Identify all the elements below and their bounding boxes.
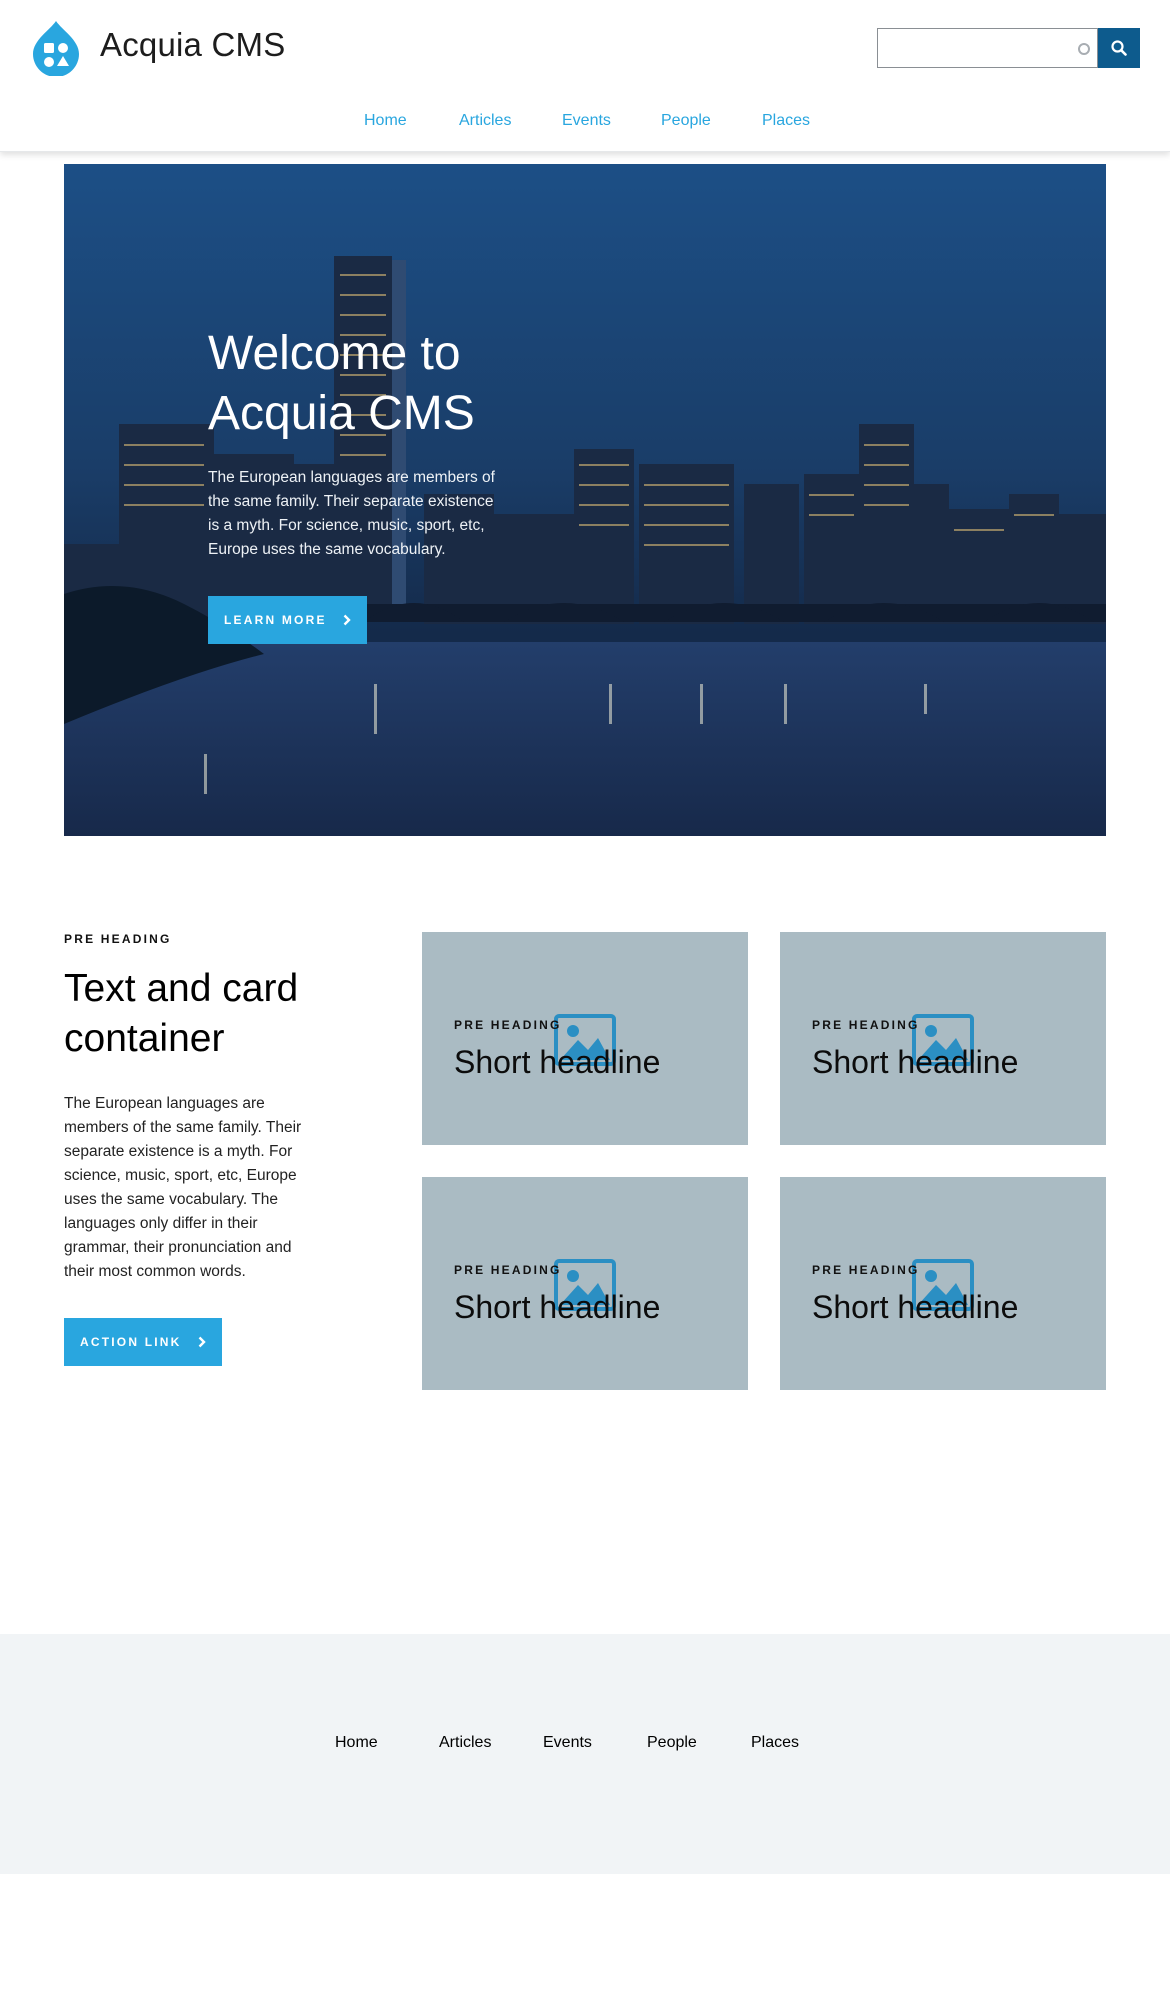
nav-item-articles[interactable]: Articles	[459, 112, 511, 130]
hero-title: Welcome to Acquia CMS	[208, 327, 475, 440]
learn-more-button[interactable]: LEARN MORE	[208, 596, 367, 644]
site-header: Acquia CMS Home Articles Events People P…	[0, 0, 1170, 152]
nav-item-places[interactable]: Places	[762, 112, 810, 130]
card-pre-heading: PRE HEADING	[454, 1018, 562, 1032]
nav-item-people[interactable]: People	[661, 112, 711, 130]
site-footer: Home Articles Events People Places	[0, 1634, 1170, 1874]
card[interactable]: PRE HEADING Short headline	[422, 932, 748, 1145]
nav-item-events[interactable]: Events	[562, 112, 611, 130]
learn-more-label: LEARN MORE	[224, 613, 327, 627]
hero-body: The European languages are members of th…	[208, 469, 495, 558]
card-title: Short headline	[812, 1044, 1019, 1080]
acquia-logo-icon[interactable]	[31, 20, 81, 76]
text-card-intro: PRE HEADING Text and card container The …	[64, 932, 304, 1366]
card-pre-heading: PRE HEADING	[454, 1263, 562, 1277]
section-title: Text and card container	[64, 967, 299, 1060]
action-link-button[interactable]: ACTION LINK	[64, 1318, 222, 1366]
search-button[interactable]	[1098, 28, 1140, 68]
card-title: Short headline	[454, 1044, 661, 1080]
footer-nav-events[interactable]: Events	[543, 1734, 592, 1752]
footer-nav-home[interactable]: Home	[335, 1734, 378, 1752]
footer-nav-people[interactable]: People	[647, 1734, 697, 1752]
hero-banner: Welcome to Acquia CMS The European langu…	[64, 164, 1106, 836]
nav-item-home[interactable]: Home	[364, 112, 407, 130]
site-name[interactable]: Acquia CMS	[100, 26, 285, 64]
main-nav: Home Articles Events People Places	[0, 112, 1170, 136]
search-icon	[1111, 40, 1127, 56]
card[interactable]: PRE HEADING Short headline	[780, 1177, 1106, 1390]
footer-nav-articles[interactable]: Articles	[439, 1734, 491, 1752]
card-title: Short headline	[812, 1289, 1019, 1325]
card-pre-heading: PRE HEADING	[812, 1263, 920, 1277]
chevron-right-icon	[343, 614, 351, 626]
section-body: The European languages are members of th…	[64, 1095, 302, 1280]
search-input[interactable]	[877, 28, 1098, 68]
card[interactable]: PRE HEADING Short headline	[422, 1177, 748, 1390]
chevron-right-icon	[198, 1336, 206, 1348]
pre-heading: PRE HEADING	[64, 932, 172, 946]
loading-spinner-icon	[1078, 43, 1090, 55]
card[interactable]: PRE HEADING Short headline	[780, 932, 1106, 1145]
footer-nav-places[interactable]: Places	[751, 1734, 799, 1752]
action-link-label: ACTION LINK	[80, 1335, 182, 1349]
card-pre-heading: PRE HEADING	[812, 1018, 920, 1032]
card-title: Short headline	[454, 1289, 661, 1325]
hero-content: Welcome to Acquia CMS The European langu…	[208, 324, 498, 644]
